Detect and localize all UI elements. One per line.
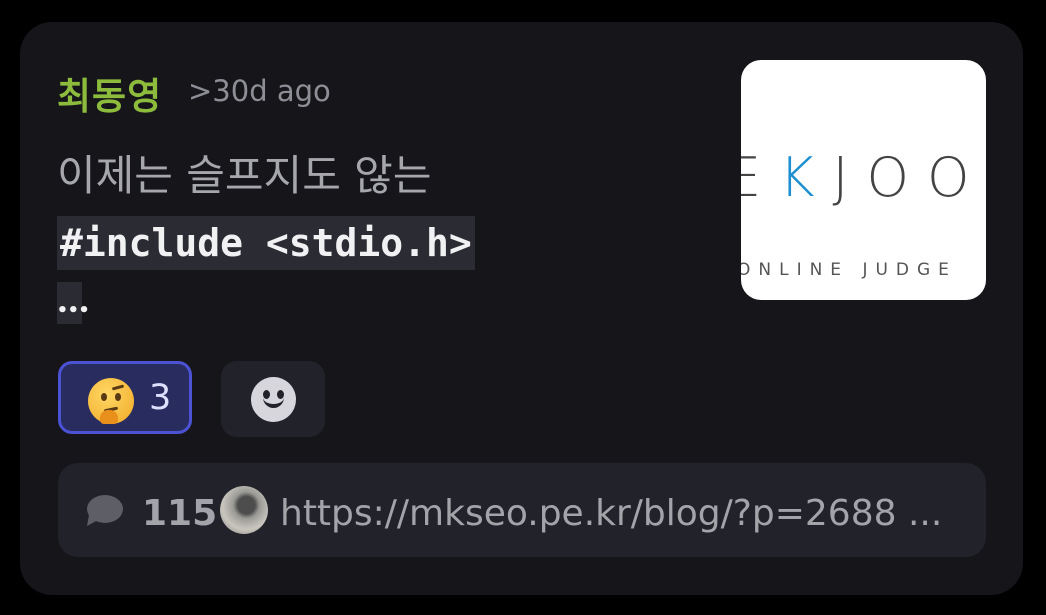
comment-count: 115 [142, 493, 218, 534]
chat-bubble-icon [87, 495, 123, 526]
code-snippet-ellipsis: ••• [57, 282, 90, 324]
reaction-count: 3 [149, 378, 172, 418]
author-name[interactable]: 최동영 [57, 66, 162, 120]
reaction-thinking[interactable]: 3 [58, 361, 192, 434]
link-thumbnail[interactable]: EKJOO ONLINE JUDGE [741, 60, 986, 300]
thinking-face-icon [88, 378, 134, 424]
link-url[interactable]: https://mkseo.pe.kr/blog/?p=2688 ... [280, 493, 980, 534]
post-footer[interactable]: 115 https://mkseo.pe.kr/blog/?p=2688 ... [58, 463, 986, 557]
avatar [220, 486, 268, 534]
post-timestamp: >30d ago [188, 74, 331, 108]
thumbnail-logo: EKJOO [741, 146, 986, 209]
post-title: 이제는 슬프지도 않는 [57, 151, 432, 200]
add-reaction-button[interactable] [221, 361, 325, 437]
smiley-face-icon [251, 377, 296, 422]
code-snippet-line: #include <stdio.h> [57, 216, 475, 270]
thumbnail-subtitle: ONLINE JUDGE [741, 260, 957, 280]
